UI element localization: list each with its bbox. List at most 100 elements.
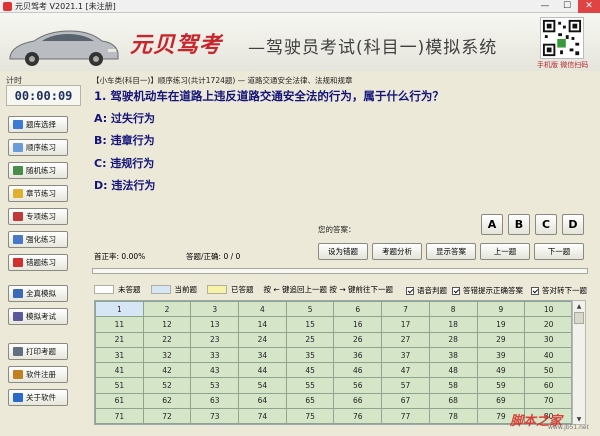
- next-button[interactable]: 下一题: [534, 243, 584, 260]
- scroll-up-icon[interactable]: ▲: [573, 301, 585, 311]
- question-number-cell[interactable]: 44: [238, 362, 287, 379]
- question-number-cell[interactable]: 65: [285, 392, 335, 410]
- question-number-cell[interactable]: 77: [381, 408, 430, 424]
- question-number-cell[interactable]: 64: [238, 392, 287, 410]
- question-number-cell[interactable]: 37: [381, 346, 430, 364]
- question-number-cell[interactable]: 56: [333, 377, 383, 394]
- question-number-cell[interactable]: 2: [142, 301, 192, 318]
- sidebar-item-full-sim[interactable]: 全真模拟: [8, 285, 68, 302]
- mark-wrong-button[interactable]: 设为错题: [318, 243, 368, 260]
- question-number-cell[interactable]: 6: [333, 301, 383, 318]
- question-number-cell[interactable]: 10: [524, 301, 571, 318]
- sidebar-item-chapter[interactable]: 章节练习: [8, 185, 68, 202]
- question-number-cell[interactable]: 30: [524, 331, 571, 348]
- question-number-cell[interactable]: 42: [142, 362, 192, 379]
- sidebar-item-special[interactable]: 专项练习: [8, 208, 68, 225]
- question-number-cell[interactable]: 46: [333, 362, 383, 379]
- question-number-cell[interactable]: 78: [428, 408, 478, 424]
- question-number-cell[interactable]: 58: [428, 377, 478, 394]
- question-number-cell[interactable]: 4: [238, 301, 287, 318]
- question-number-cell[interactable]: 48: [428, 362, 478, 379]
- question-number-cell[interactable]: 5: [285, 301, 335, 318]
- question-number-cell[interactable]: 9: [476, 301, 526, 318]
- question-number-cell[interactable]: 53: [190, 377, 240, 394]
- answer-b-button[interactable]: B: [508, 214, 530, 235]
- question-number-cell[interactable]: 51: [95, 377, 144, 394]
- question-number-cell[interactable]: 38: [428, 346, 478, 364]
- minimize-button[interactable]: —: [534, 0, 556, 13]
- question-number-cell[interactable]: 63: [190, 392, 240, 410]
- question-number-cell[interactable]: 16: [333, 316, 383, 333]
- sidebar-item-about[interactable]: 关于软件: [8, 389, 68, 406]
- question-number-cell[interactable]: 61: [95, 392, 144, 410]
- option-a[interactable]: A: 过失行为: [94, 110, 155, 126]
- analysis-button[interactable]: 考题分析: [372, 243, 422, 260]
- question-number-cell[interactable]: 25: [285, 331, 335, 348]
- sidebar-item-mock-exam[interactable]: 模拟考试: [8, 308, 68, 325]
- question-number-cell[interactable]: 13: [190, 316, 240, 333]
- question-number-cell[interactable]: 68: [428, 392, 478, 410]
- question-number-cell[interactable]: 32: [142, 346, 192, 364]
- answer-a-button[interactable]: A: [481, 214, 503, 235]
- question-number-cell[interactable]: 57: [381, 377, 430, 394]
- auto-next-checkbox[interactable]: 答对转下一题: [531, 285, 587, 296]
- question-number-cell[interactable]: 69: [476, 392, 526, 410]
- question-number-cell[interactable]: 12: [142, 316, 192, 333]
- option-b[interactable]: B: 违章行为: [94, 132, 155, 148]
- question-number-cell[interactable]: 43: [190, 362, 240, 379]
- question-number-cell[interactable]: 39: [476, 346, 526, 364]
- show-correct-checkbox[interactable]: 答错提示正确答案: [452, 285, 523, 296]
- sidebar-item-wrong[interactable]: 错题练习: [8, 254, 68, 271]
- answer-d-button[interactable]: D: [562, 214, 584, 235]
- question-number-cell[interactable]: 47: [381, 362, 430, 379]
- question-number-cell[interactable]: 1: [95, 301, 144, 318]
- voice-judge-checkbox[interactable]: 语音判题: [406, 285, 447, 296]
- sidebar-item-register[interactable]: 软件注册: [8, 366, 68, 383]
- question-number-cell[interactable]: 75: [285, 408, 335, 424]
- question-number-cell[interactable]: 20: [524, 316, 571, 333]
- sidebar-item-intensive[interactable]: 强化练习: [8, 231, 68, 248]
- question-number-cell[interactable]: 27: [381, 331, 430, 348]
- question-number-cell[interactable]: 55: [285, 377, 335, 394]
- question-number-cell[interactable]: 8: [428, 301, 478, 318]
- question-number-cell[interactable]: 34: [238, 346, 287, 364]
- question-number-cell[interactable]: 3: [190, 301, 240, 318]
- question-number-cell[interactable]: 35: [285, 346, 335, 364]
- question-number-cell[interactable]: 17: [381, 316, 430, 333]
- question-number-cell[interactable]: 45: [285, 362, 335, 379]
- sidebar-item-question-bank[interactable]: 题库选择: [8, 116, 68, 133]
- question-number-cell[interactable]: 14: [238, 316, 287, 333]
- question-number-cell[interactable]: 7: [381, 301, 430, 318]
- question-number-cell[interactable]: 18: [428, 316, 478, 333]
- question-number-cell[interactable]: 49: [476, 362, 526, 379]
- show-answer-button[interactable]: 显示答案: [426, 243, 476, 260]
- question-number-cell[interactable]: 31: [95, 346, 144, 364]
- question-number-cell[interactable]: 22: [142, 331, 192, 348]
- question-number-cell[interactable]: 67: [381, 392, 430, 410]
- question-number-cell[interactable]: 66: [333, 392, 383, 410]
- scroll-thumb[interactable]: [574, 312, 584, 324]
- question-number-cell[interactable]: 72: [142, 408, 192, 424]
- scroll-down-icon[interactable]: ▼: [573, 414, 585, 424]
- question-number-cell[interactable]: 54: [238, 377, 287, 394]
- question-number-cell[interactable]: 36: [333, 346, 383, 364]
- question-number-cell[interactable]: 24: [238, 331, 287, 348]
- answer-c-button[interactable]: C: [535, 214, 557, 235]
- question-number-cell[interactable]: 23: [190, 331, 240, 348]
- question-number-cell[interactable]: 11: [95, 316, 144, 333]
- question-number-cell[interactable]: 41: [95, 362, 144, 379]
- option-c[interactable]: C: 违规行为: [94, 155, 154, 171]
- question-number-cell[interactable]: 40: [524, 346, 571, 364]
- question-number-cell[interactable]: 76: [333, 408, 383, 424]
- question-number-cell[interactable]: 71: [95, 408, 144, 424]
- sidebar-item-print[interactable]: 打印考题: [8, 343, 68, 360]
- question-number-cell[interactable]: 59: [476, 377, 526, 394]
- question-number-cell[interactable]: 74: [238, 408, 287, 424]
- question-number-cell[interactable]: 60: [524, 377, 571, 394]
- question-number-cell[interactable]: 52: [142, 377, 192, 394]
- maximize-button[interactable]: ☐: [556, 0, 578, 13]
- question-number-cell[interactable]: 50: [524, 362, 571, 379]
- sidebar-item-random[interactable]: 随机练习: [8, 162, 68, 179]
- question-number-cell[interactable]: 33: [190, 346, 240, 364]
- close-button[interactable]: ✕: [578, 0, 600, 13]
